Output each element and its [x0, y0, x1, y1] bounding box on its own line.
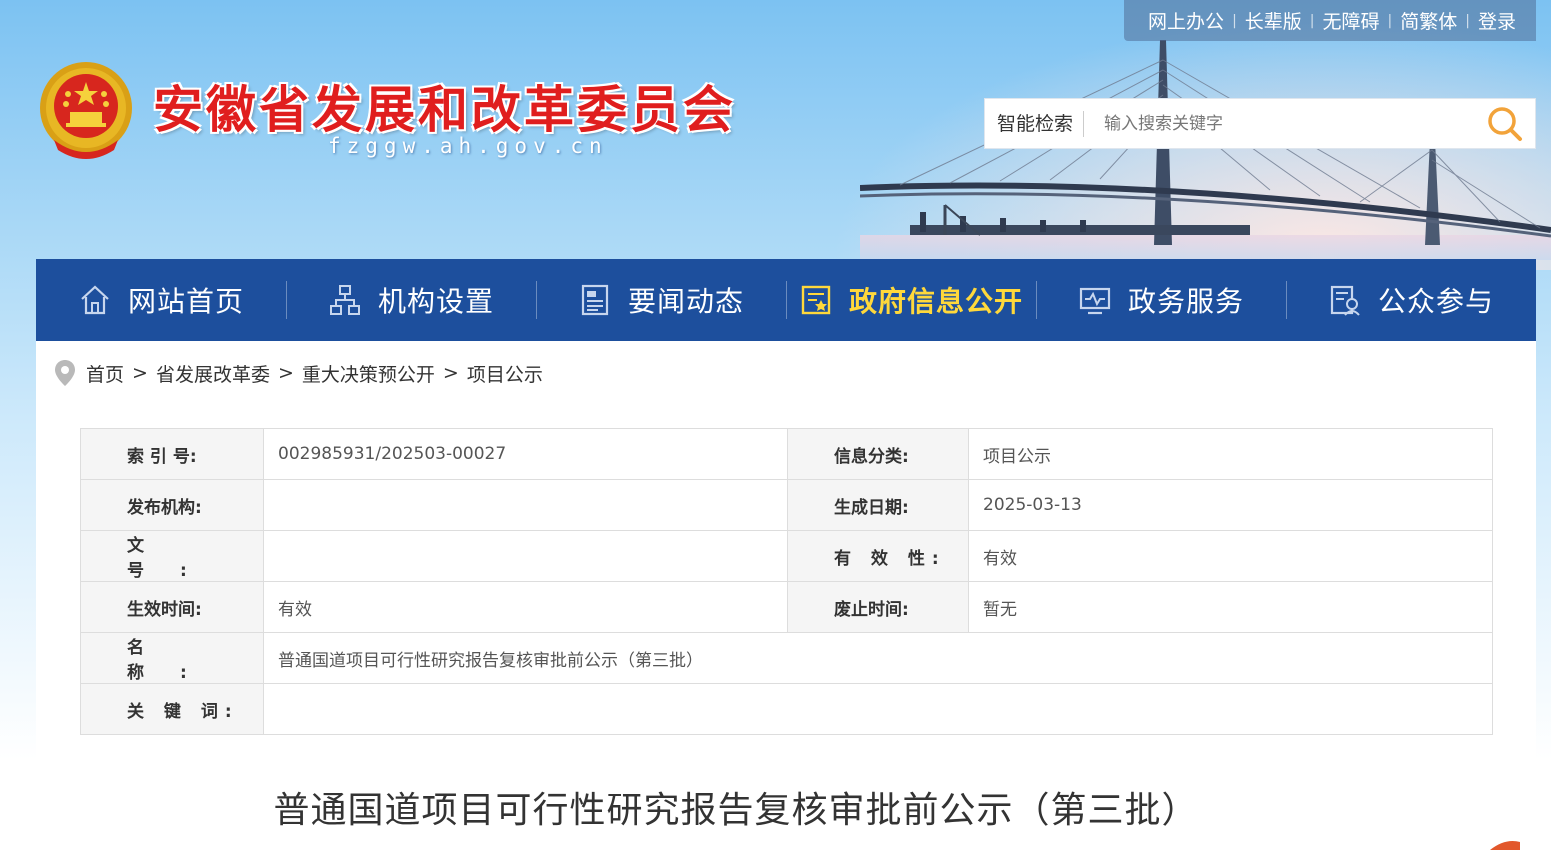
publisher-label: 发布机构: [80, 479, 264, 531]
table-row: 索 引 号: 002985931/202503-00027 信息分类: 项目公示 [80, 428, 1493, 480]
generated-date-value: 2025-03-13 [968, 479, 1493, 531]
search-button[interactable] [1475, 99, 1535, 149]
top-link-simplified-traditional[interactable]: 简繁体 [1392, 7, 1465, 34]
location-pin-icon [55, 360, 75, 386]
breadcrumb: 首页 > 省发展改革委 > 重大决策预公开 > 项目公示 [54, 359, 543, 387]
breadcrumb-separator: > [277, 362, 294, 384]
info-category-label: 信息分类: [787, 428, 969, 480]
nav-label: 网站首页 [127, 285, 244, 318]
decorative-corner-mark [1490, 841, 1520, 850]
top-link-elder-version[interactable]: 长辈版 [1237, 7, 1310, 34]
table-row: 发布机构: 生成日期: 2025-03-13 [80, 479, 1493, 531]
document-name-label: 名 称: [80, 632, 264, 684]
site-domain: fzggw.ah.gov.cn [328, 134, 608, 158]
breadcrumb-project-notice[interactable]: 项目公示 [467, 360, 543, 387]
generated-date-label: 生成日期: [787, 479, 969, 531]
service-monitor-icon [1079, 287, 1111, 315]
breadcrumb-major-decisions[interactable]: 重大决策预公开 [302, 360, 435, 387]
breadcrumb-separator: > [442, 362, 459, 384]
org-chart-icon [329, 285, 360, 315]
home-icon [81, 285, 109, 315]
nav-label: 机构设置 [377, 285, 494, 318]
index-number-label: 索 引 号: [80, 428, 264, 480]
document-name-value: 普通国道项目可行性研究报告复核审批前公示（第三批） [263, 632, 1493, 684]
news-icon [581, 284, 609, 316]
info-category-value: 项目公示 [968, 428, 1493, 480]
search-icon [1488, 106, 1522, 141]
document-number-label: 文 号: [80, 530, 264, 582]
top-links-bar: 网上办公 | 长辈版 | 无障碍 | 简繁体 | 登录 [1124, 0, 1536, 41]
keywords-value [263, 683, 1493, 735]
keywords-label: 关 键 词: [80, 683, 264, 735]
abolish-time-value: 暂无 [968, 581, 1493, 633]
index-number-value: 002985931/202503-00027 [263, 428, 788, 480]
search-label: 智能检索 [985, 110, 1085, 137]
abolish-time-label: 废止时间: [787, 581, 969, 633]
top-link-login[interactable]: 登录 [1470, 7, 1524, 34]
public-participation-icon [1330, 285, 1360, 316]
breadcrumb-separator: > [132, 362, 148, 384]
effective-time-value: 有效 [263, 581, 788, 633]
validity-value: 有效 [968, 530, 1493, 582]
national-emblem-icon [40, 62, 132, 159]
nav-item-news[interactable]: 要闻动态 [536, 259, 786, 341]
nav-label: 政府信息公开 [848, 285, 1023, 318]
top-link-online-office[interactable]: 网上办公 [1140, 7, 1232, 34]
table-row: 文 号: 有 效 性: 有效 [80, 530, 1493, 582]
bridge-illustration [860, 40, 1551, 260]
nav-item-organization[interactable]: 机构设置 [286, 259, 536, 341]
content-panel: 首页 > 省发展改革委 > 重大决策预公开 > 项目公示 索 引 号: 0029… [36, 341, 1536, 850]
document-number-value [263, 530, 788, 582]
nav-item-public[interactable]: 公众参与 [1286, 259, 1536, 341]
document-info-table: 索 引 号: 002985931/202503-00027 信息分类: 项目公示… [80, 428, 1493, 735]
table-row: 生效时间: 有效 废止时间: 暂无 [80, 581, 1493, 633]
main-nav: 网站首页 机构设置 要闻动态 政府信息公开 政务服务 公众参与 [36, 259, 1536, 341]
nav-label: 公众参与 [1377, 285, 1494, 318]
nav-item-home[interactable]: 网站首页 [36, 259, 286, 341]
effective-time-label: 生效时间: [80, 581, 264, 633]
table-row: 名 称: 普通国道项目可行性研究报告复核审批前公示（第三批） [80, 632, 1493, 684]
search-input[interactable] [1084, 103, 1475, 144]
site-title: 安徽省发展和改革委员会 [153, 81, 736, 139]
breadcrumb-home[interactable]: 首页 [86, 360, 124, 387]
validity-label: 有 效 性: [787, 530, 969, 582]
table-row: 关 键 词: [80, 683, 1493, 735]
search-box: 智能检索 [984, 98, 1536, 149]
nav-label: 要闻动态 [627, 285, 744, 318]
nav-item-services[interactable]: 政务服务 [1036, 259, 1286, 341]
top-link-accessibility[interactable]: 无障碍 [1315, 7, 1388, 34]
gov-info-icon [801, 285, 831, 315]
publisher-value [263, 479, 788, 531]
nav-label: 政务服务 [1127, 285, 1244, 318]
breadcrumb-commission[interactable]: 省发展改革委 [156, 360, 270, 387]
article-title: 普通国道项目可行性研究报告复核审批前公示（第三批） [273, 790, 1199, 831]
nav-item-gov-info[interactable]: 政府信息公开 [786, 259, 1036, 341]
